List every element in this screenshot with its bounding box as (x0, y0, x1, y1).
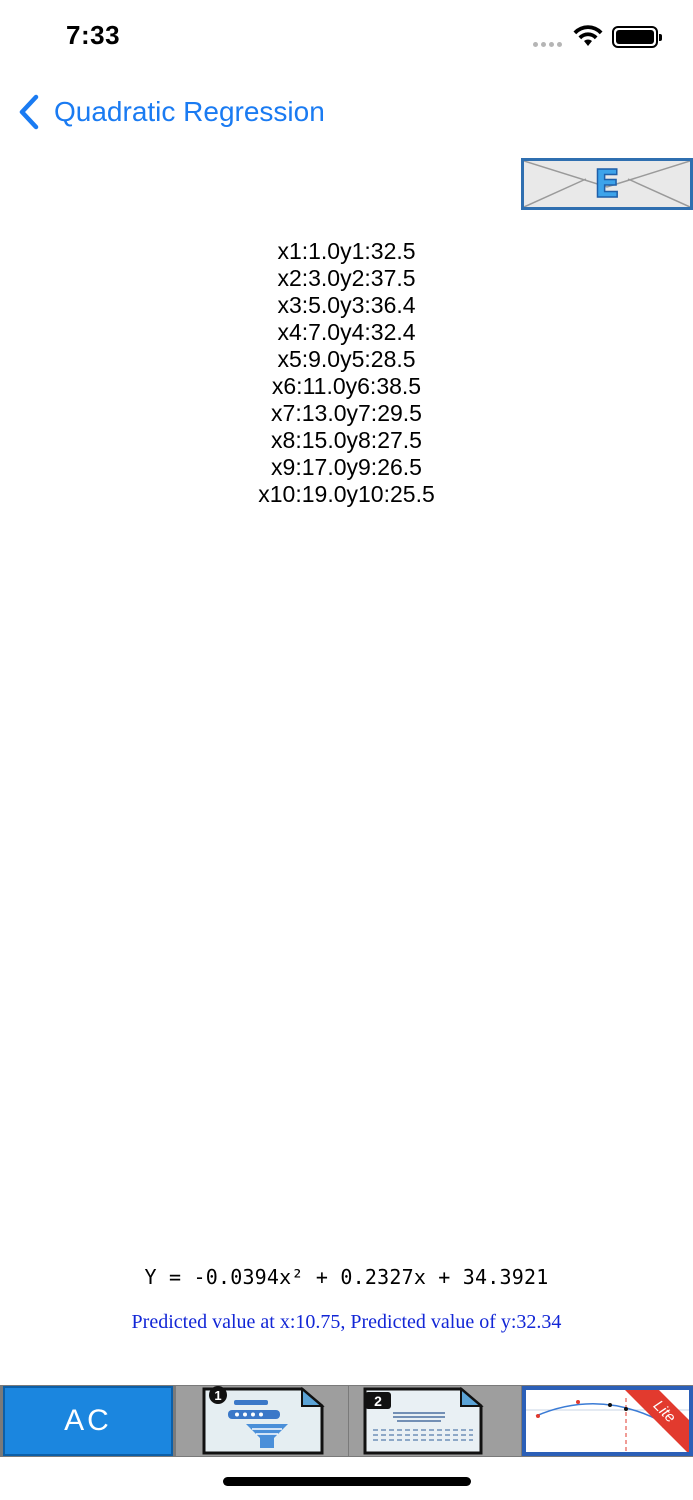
y-value: 28.5 (370, 346, 416, 372)
home-indicator (223, 1477, 471, 1486)
chevron-left-icon (19, 94, 39, 130)
x-value: 17.0 (301, 454, 347, 480)
data-entry-button[interactable]: 1 (176, 1386, 348, 1456)
x-label: x3: (277, 292, 309, 318)
x-value: 5.0 (308, 292, 341, 318)
y-label: y1: (340, 238, 371, 264)
y-value: 25.5 (389, 481, 435, 507)
y-value: 38.5 (376, 373, 422, 399)
data-table-button[interactable]: 2 (349, 1386, 521, 1456)
y-label: y9: (346, 454, 378, 480)
cellular-signal-icon (533, 42, 562, 47)
x-label: x9: (271, 454, 302, 480)
y-label: y8: (346, 427, 378, 453)
back-button[interactable]: Quadratic Regression (18, 90, 325, 134)
y-value: 37.5 (370, 265, 416, 291)
bottom-toolbar: AC 1 2 Lite (0, 1385, 693, 1457)
wifi-icon (573, 25, 603, 46)
data-row: x1: 1.0 y1: 32.5 (0, 238, 693, 265)
x-label: x10: (258, 481, 302, 507)
email-button[interactable]: E (521, 158, 693, 210)
data-row: x8: 15.0 y8: 27.5 (0, 427, 693, 454)
x-value: 3.0 (308, 265, 341, 291)
y-label: y2: (340, 265, 371, 291)
data-row: x2: 3.0 y2: 37.5 (0, 265, 693, 292)
y-label: y10: (346, 481, 390, 507)
data-row: x3: 5.0 y3: 36.4 (0, 292, 693, 319)
y-label: y3: (340, 292, 371, 318)
y-label: y7: (346, 400, 378, 426)
data-row: x6: 11.0 y6: 38.5 (0, 373, 693, 400)
doc1-badge: 1 (214, 1388, 221, 1403)
x-value: 1.0 (308, 238, 341, 264)
x-label: x8: (271, 427, 302, 453)
x-value: 9.0 (308, 346, 341, 372)
x-value: 19.0 (301, 481, 347, 507)
data-row: x4: 7.0 y4: 32.4 (0, 319, 693, 346)
x-label: x5: (277, 346, 309, 372)
y-label: y6: (345, 373, 377, 399)
y-value: 26.5 (377, 454, 422, 480)
data-row: x5: 9.0 y5: 28.5 (0, 346, 693, 373)
data-row: x9: 17.0 y9: 26.5 (0, 454, 693, 481)
y-value: 36.4 (370, 292, 416, 318)
y-value: 29.5 (377, 400, 422, 426)
doc2-badge: 2 (374, 1393, 382, 1409)
x-label: x7: (271, 400, 302, 426)
y-value: 32.4 (370, 319, 416, 345)
x-label: x2: (277, 265, 309, 291)
x-label: x6: (271, 373, 303, 399)
x-value: 7.0 (308, 319, 341, 345)
regression-equation: Y = -0.0394x² + 0.2327x + 34.3921 (144, 1265, 549, 1289)
y-value: 32.5 (370, 238, 416, 264)
y-label: y4: (340, 319, 371, 345)
data-row: x10: 19.0 y10: 25.5 (0, 481, 693, 508)
ac-button[interactable]: AC (3, 1386, 173, 1456)
y-label: y5: (340, 346, 371, 372)
x-label: x1: (277, 238, 309, 264)
data-points-list: x1: 1.0 y1: 32.5 x2: 3.0 y2: 37.5 x3: 5.0 … (0, 238, 693, 508)
x-value: 15.0 (301, 427, 347, 453)
ac-label: AC (64, 1404, 112, 1437)
email-letter: E (593, 161, 620, 207)
predicted-value-text: Predicted value at x:10.75, Predicted va… (131, 1311, 562, 1333)
funnel-document-icon: 1 (202, 1386, 325, 1455)
y-value: 27.5 (377, 427, 422, 453)
x-value: 13.0 (301, 400, 347, 426)
envelope-icon: E (524, 161, 690, 207)
x-label: x4: (277, 319, 309, 345)
data-row: x7: 13.0 y7: 29.5 (0, 400, 693, 427)
table-document-icon: 2 (363, 1386, 484, 1455)
x-value: 11.0 (302, 373, 346, 399)
chart-lite-button[interactable]: Lite (522, 1386, 693, 1456)
status-time: 7:33 (66, 20, 121, 50)
battery-icon (612, 26, 662, 48)
chart-icon: Lite (526, 1390, 689, 1452)
back-label: Quadratic Regression (54, 96, 325, 127)
